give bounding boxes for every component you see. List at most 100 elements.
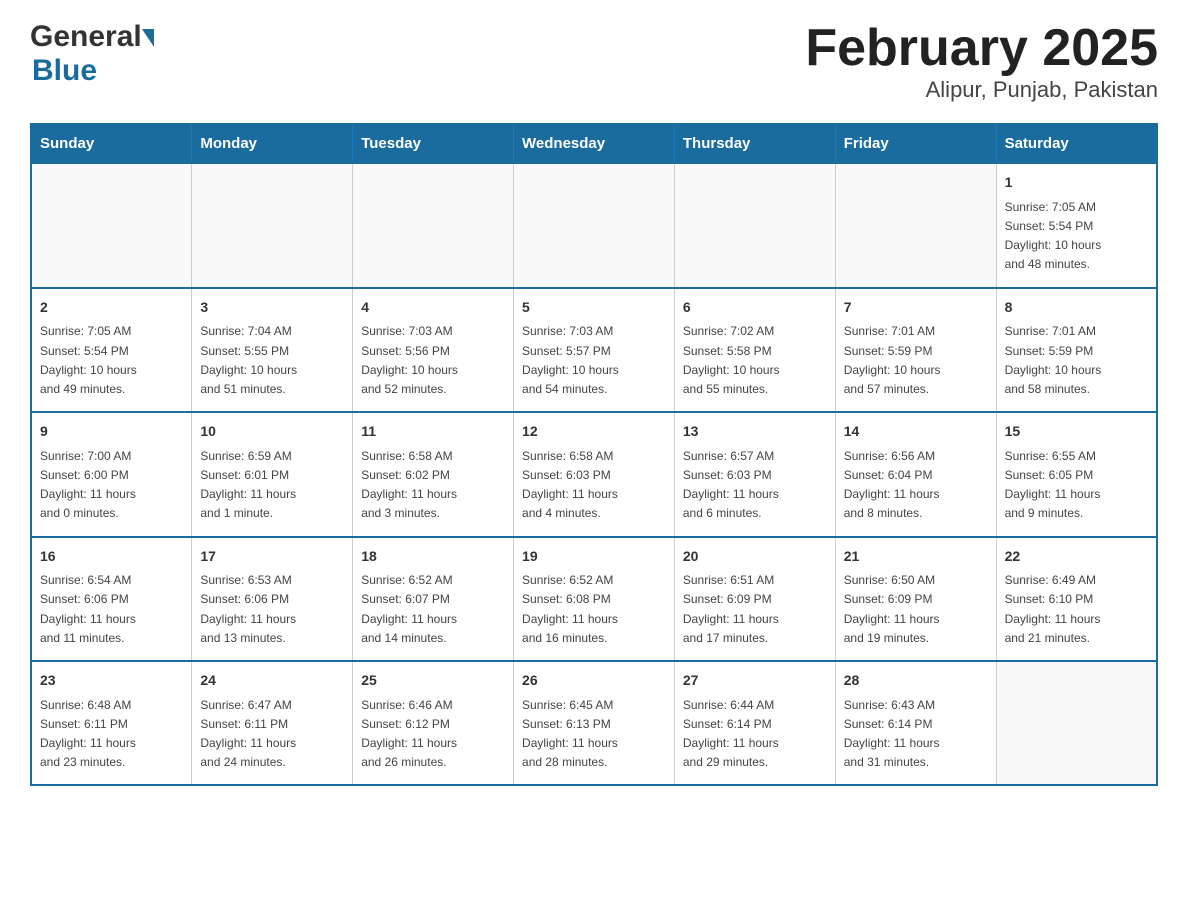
day-info: Sunrise: 6:55 AMSunset: 6:05 PMDaylight:…	[1005, 447, 1148, 524]
day-info: Sunrise: 6:56 AMSunset: 6:04 PMDaylight:…	[844, 447, 988, 524]
calendar-cell: 16 Sunrise: 6:54 AMSunset: 6:06 PMDayligh…	[31, 537, 192, 661]
calendar-cell: 23 Sunrise: 6:48 AMSunset: 6:11 PMDayligh…	[31, 661, 192, 785]
day-info: Sunrise: 6:46 AMSunset: 6:12 PMDaylight:…	[361, 696, 505, 773]
weekday-header-row: SundayMondayTuesdayWednesdayThursdayFrid…	[31, 124, 1157, 163]
calendar-week-3: 9 Sunrise: 7:00 AMSunset: 6:00 PMDaylight…	[31, 412, 1157, 536]
calendar-cell: 17 Sunrise: 6:53 AMSunset: 6:06 PMDayligh…	[192, 537, 353, 661]
day-number: 19	[522, 546, 666, 568]
day-number: 16	[40, 546, 183, 568]
calendar-cell: 26Sunrise: 6:45 AMSunset: 6:13 PMDayligh…	[514, 661, 675, 785]
day-info: Sunrise: 6:49 AMSunset: 6:10 PMDaylight:…	[1005, 571, 1148, 648]
day-info: Sunrise: 6:47 AMSunset: 6:11 PMDaylight:…	[200, 696, 344, 773]
logo-triangle-icon	[142, 29, 154, 47]
month-title: February 2025	[805, 20, 1158, 77]
day-number: 10	[200, 421, 344, 443]
day-number: 1	[1005, 172, 1148, 194]
day-info: Sunrise: 6:53 AMSunset: 6:06 PMDaylight:…	[200, 571, 344, 648]
day-number: 4	[361, 297, 505, 319]
weekday-header-friday: Friday	[835, 124, 996, 163]
day-number: 22	[1005, 546, 1148, 568]
calendar-cell	[353, 163, 514, 287]
day-info: Sunrise: 6:59 AMSunset: 6:01 PMDaylight:…	[200, 447, 344, 524]
day-info: Sunrise: 6:54 AMSunset: 6:06 PMDaylight:…	[40, 571, 183, 648]
calendar-cell	[514, 163, 675, 287]
weekday-header-tuesday: Tuesday	[353, 124, 514, 163]
day-number: 17	[200, 546, 344, 568]
day-info: Sunrise: 7:00 AMSunset: 6:00 PMDaylight:…	[40, 447, 183, 524]
calendar-cell: 20Sunrise: 6:51 AMSunset: 6:09 PMDayligh…	[674, 537, 835, 661]
day-info: Sunrise: 7:03 AMSunset: 5:56 PMDaylight:…	[361, 322, 505, 399]
day-info: Sunrise: 7:02 AMSunset: 5:58 PMDaylight:…	[683, 322, 827, 399]
weekday-header-thursday: Thursday	[674, 124, 835, 163]
calendar-cell: 13Sunrise: 6:57 AMSunset: 6:03 PMDayligh…	[674, 412, 835, 536]
calendar-cell: 24 Sunrise: 6:47 AMSunset: 6:11 PMDayligh…	[192, 661, 353, 785]
calendar-cell: 3 Sunrise: 7:04 AMSunset: 5:55 PMDaylight…	[192, 288, 353, 412]
calendar-cell: 8 Sunrise: 7:01 AMSunset: 5:59 PMDaylight…	[996, 288, 1157, 412]
calendar-cell: 1 Sunrise: 7:05 AMSunset: 5:54 PMDaylight…	[996, 163, 1157, 287]
calendar-cell: 12 Sunrise: 6:58 AMSunset: 6:03 PMDayligh…	[514, 412, 675, 536]
calendar-cell: 28Sunrise: 6:43 AMSunset: 6:14 PMDayligh…	[835, 661, 996, 785]
day-number: 24	[200, 670, 344, 692]
day-number: 3	[200, 297, 344, 319]
title-block: February 2025 Alipur, Punjab, Pakistan	[805, 20, 1158, 103]
day-number: 27	[683, 670, 827, 692]
calendar-week-4: 16 Sunrise: 6:54 AMSunset: 6:06 PMDayligh…	[31, 537, 1157, 661]
day-info: Sunrise: 7:05 AMSunset: 5:54 PMDaylight:…	[40, 322, 183, 399]
calendar-cell: 25Sunrise: 6:46 AMSunset: 6:12 PMDayligh…	[353, 661, 514, 785]
calendar-cell: 14 Sunrise: 6:56 AMSunset: 6:04 PMDayligh…	[835, 412, 996, 536]
day-number: 13	[683, 421, 827, 443]
calendar-cell	[192, 163, 353, 287]
calendar-cell: 7Sunrise: 7:01 AMSunset: 5:59 PMDaylight…	[835, 288, 996, 412]
day-number: 15	[1005, 421, 1148, 443]
calendar-cell: 4 Sunrise: 7:03 AMSunset: 5:56 PMDaylight…	[353, 288, 514, 412]
calendar-cell	[996, 661, 1157, 785]
day-number: 6	[683, 297, 827, 319]
day-number: 14	[844, 421, 988, 443]
day-number: 18	[361, 546, 505, 568]
calendar-cell: 18 Sunrise: 6:52 AMSunset: 6:07 PMDayligh…	[353, 537, 514, 661]
day-info: Sunrise: 6:43 AMSunset: 6:14 PMDaylight:…	[844, 696, 988, 773]
calendar-cell: 5 Sunrise: 7:03 AMSunset: 5:57 PMDaylight…	[514, 288, 675, 412]
calendar-cell: 6 Sunrise: 7:02 AMSunset: 5:58 PMDaylight…	[674, 288, 835, 412]
day-number: 5	[522, 297, 666, 319]
calendar-cell	[835, 163, 996, 287]
calendar-week-1: 1 Sunrise: 7:05 AMSunset: 5:54 PMDaylight…	[31, 163, 1157, 287]
weekday-header-sunday: Sunday	[31, 124, 192, 163]
day-number: 20	[683, 546, 827, 568]
logo-general-text: General	[30, 20, 142, 54]
calendar-cell: 21Sunrise: 6:50 AMSunset: 6:09 PMDayligh…	[835, 537, 996, 661]
day-info: Sunrise: 7:01 AMSunset: 5:59 PMDaylight:…	[1005, 322, 1148, 399]
day-info: Sunrise: 6:52 AMSunset: 6:07 PMDaylight:…	[361, 571, 505, 648]
day-number: 21	[844, 546, 988, 568]
day-info: Sunrise: 6:45 AMSunset: 6:13 PMDaylight:…	[522, 696, 666, 773]
location-text: Alipur, Punjab, Pakistan	[805, 77, 1158, 103]
calendar-cell	[31, 163, 192, 287]
day-info: Sunrise: 7:03 AMSunset: 5:57 PMDaylight:…	[522, 322, 666, 399]
calendar-cell: 2Sunrise: 7:05 AMSunset: 5:54 PMDaylight…	[31, 288, 192, 412]
calendar-week-5: 23 Sunrise: 6:48 AMSunset: 6:11 PMDayligh…	[31, 661, 1157, 785]
calendar-body: 1 Sunrise: 7:05 AMSunset: 5:54 PMDaylight…	[31, 163, 1157, 785]
day-number: 8	[1005, 297, 1148, 319]
day-info: Sunrise: 6:44 AMSunset: 6:14 PMDaylight:…	[683, 696, 827, 773]
calendar-cell: 9 Sunrise: 7:00 AMSunset: 6:00 PMDaylight…	[31, 412, 192, 536]
day-info: Sunrise: 6:48 AMSunset: 6:11 PMDaylight:…	[40, 696, 183, 773]
day-number: 12	[522, 421, 666, 443]
logo-blue-text: Blue	[32, 54, 97, 88]
day-number: 23	[40, 670, 183, 692]
calendar-week-2: 2Sunrise: 7:05 AMSunset: 5:54 PMDaylight…	[31, 288, 1157, 412]
day-info: Sunrise: 7:04 AMSunset: 5:55 PMDaylight:…	[200, 322, 344, 399]
calendar-cell	[674, 163, 835, 287]
day-number: 9	[40, 421, 183, 443]
day-info: Sunrise: 6:58 AMSunset: 6:03 PMDaylight:…	[522, 447, 666, 524]
calendar-cell: 11 Sunrise: 6:58 AMSunset: 6:02 PMDayligh…	[353, 412, 514, 536]
calendar-cell: 15 Sunrise: 6:55 AMSunset: 6:05 PMDayligh…	[996, 412, 1157, 536]
weekday-header-wednesday: Wednesday	[514, 124, 675, 163]
day-info: Sunrise: 6:52 AMSunset: 6:08 PMDaylight:…	[522, 571, 666, 648]
calendar-table: SundayMondayTuesdayWednesdayThursdayFrid…	[30, 123, 1158, 786]
day-number: 11	[361, 421, 505, 443]
day-info: Sunrise: 7:05 AMSunset: 5:54 PMDaylight:…	[1005, 198, 1148, 275]
calendar-cell: 27 Sunrise: 6:44 AMSunset: 6:14 PMDayligh…	[674, 661, 835, 785]
day-number: 7	[844, 297, 988, 319]
day-info: Sunrise: 6:58 AMSunset: 6:02 PMDaylight:…	[361, 447, 505, 524]
logo: General Blue	[30, 20, 154, 88]
